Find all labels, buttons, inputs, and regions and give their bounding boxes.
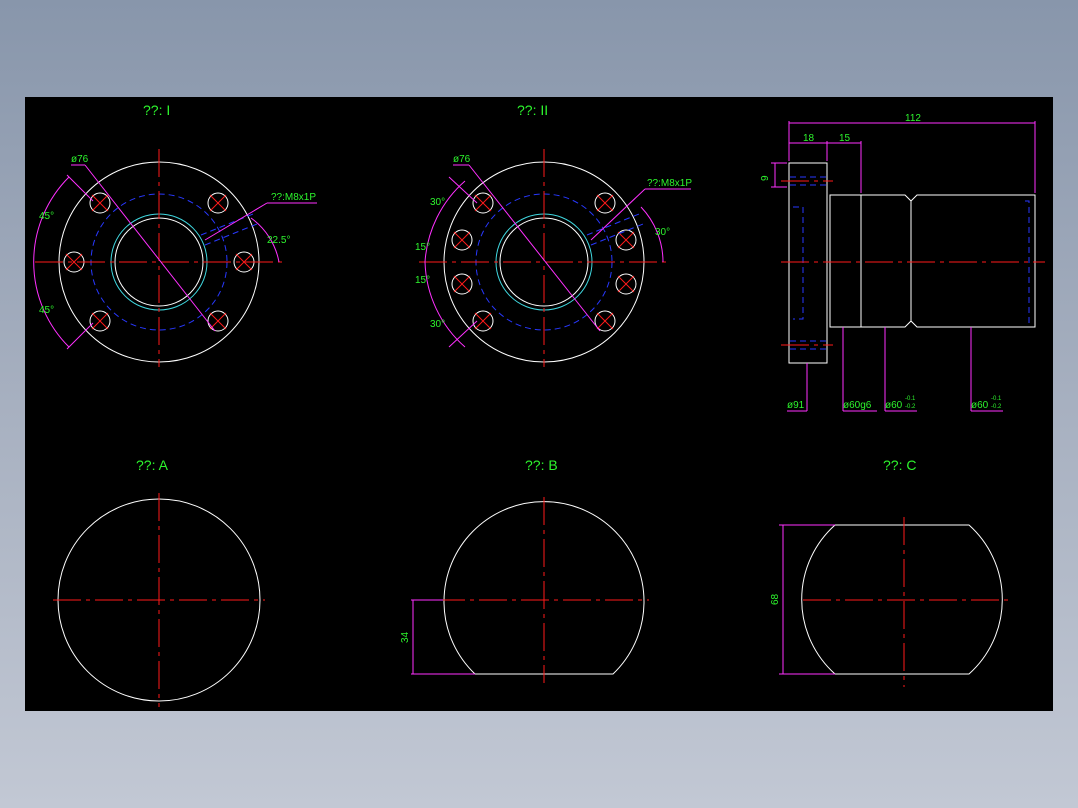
flange-section [788,162,828,364]
v1-angle-right: 22.5° [267,235,290,246]
v2-angle-mid-top: 15° [415,242,430,253]
v2-thread-label: ??:M8x1P [647,178,692,189]
v1-thread-label: ??:M8x1P [271,192,316,203]
thread-leader [204,202,268,241]
diameter-leader [468,164,601,332]
side-d60g6-label: ø60g6 [843,400,872,411]
view-1-flange-4-hole: ??: I ø76 ??:M8x1P 45° 45° 22.5° [33,102,317,367]
view-b: ??: B 34 [400,457,649,683]
tolerance-lower: -0.2 [991,404,1002,410]
v2-angle-right: 30° [655,227,670,238]
view-2-title: ??: II [517,102,548,118]
shaft-body-2 [910,194,1036,328]
vc-dim-label: 68 [770,593,781,605]
side-view: 112 18 15 9 ø91 ø60g6 ø60 -0.1 -0.2 ø60 … [760,113,1045,412]
tolerance-upper: -0.1 [991,396,1002,402]
tolerance-lower: -0.2 [905,404,916,410]
tolerance-upper: -0.1 [905,396,916,402]
v1-angle-bottom: 45° [39,305,54,316]
shaft-body-1 [860,194,912,328]
view-c-title: ??: C [883,457,916,473]
side-total-dim: 112 [905,113,921,124]
side-flange-dim: 18 [803,133,815,144]
view-a-title: ??: A [136,457,169,473]
v2-angle-mid-bottom: 15° [415,275,430,286]
side-step-dim: 15 [839,133,851,144]
v1-angle-top: 45° [39,211,54,222]
shaft-step [829,194,862,328]
view-2-flange-6-hole: ??: II ø76 ??:M8x1P 30° 15° 15° 30° 30° [415,102,692,367]
vb-dim-label: 34 [400,631,411,643]
view-a: ??: A [53,457,265,707]
view-1-title: ??: I [143,102,170,118]
v2-angle-bottom: 30° [430,319,445,330]
side-d60a-label: ø60 [885,400,903,411]
side-height-dim: 9 [760,175,771,181]
cad-drawing: ??: I ø76 ??:M8x1P 45° 45° 22.5° ??: II … [33,102,1045,707]
view-b-title: ??: B [525,457,558,473]
v2-angle-top: 30° [430,197,445,208]
v2-diameter-label: ø76 [453,154,471,165]
cad-drawing-area[interactable]: ??: I ø76 ??:M8x1P 45° 45° 22.5° ??: II … [25,97,1053,711]
view-c: ??: C 68 [770,457,1009,687]
side-d91-label: ø91 [787,400,805,411]
v1-diameter-label: ø76 [71,154,89,165]
diameter-leader [84,164,216,332]
side-d60b-label: ø60 [971,400,989,411]
